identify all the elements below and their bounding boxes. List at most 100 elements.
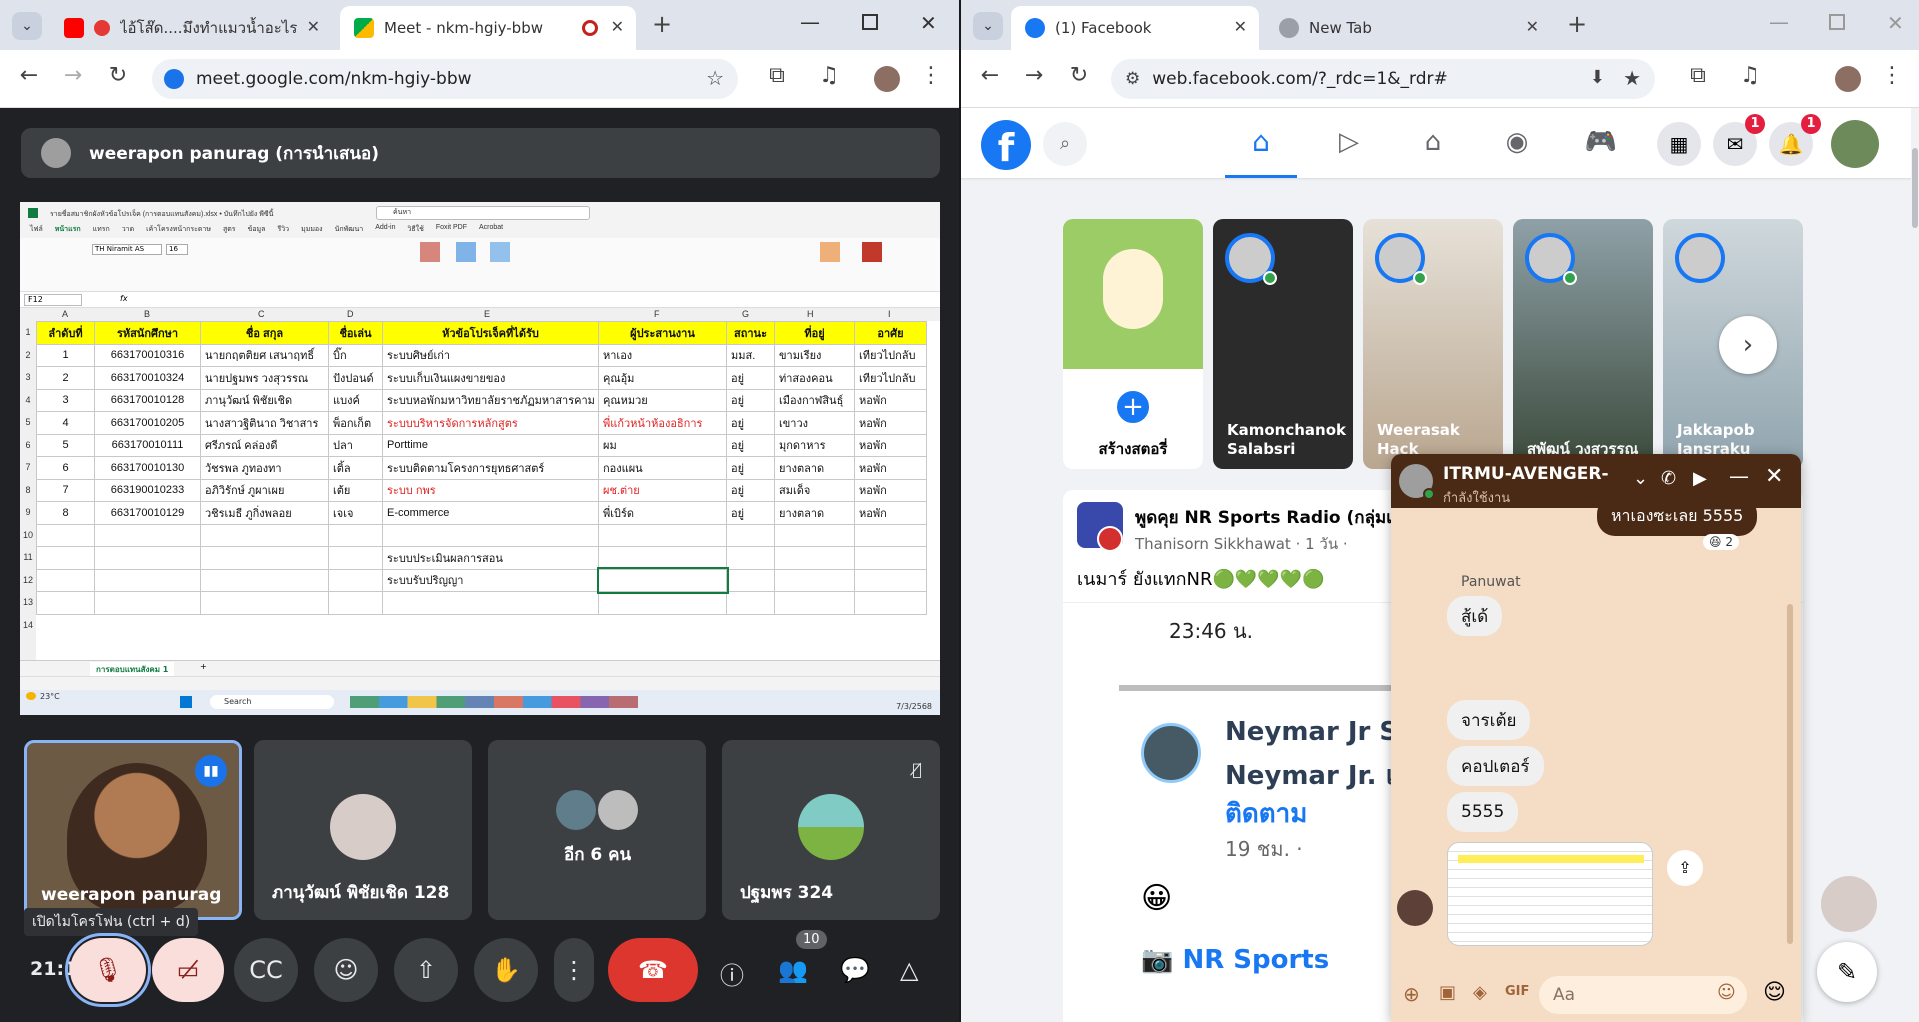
cell[interactable]: ผม xyxy=(598,433,727,457)
column-letter[interactable]: E xyxy=(484,309,490,319)
tab-search-button[interactable]: ⌄ xyxy=(973,12,1003,40)
row-number[interactable]: 1 xyxy=(20,321,36,344)
leave-call-button[interactable]: ☎ xyxy=(608,938,698,1002)
groups-icon[interactable]: ◉ xyxy=(1481,108,1553,178)
toggle-camera-button[interactable]: ▭̸ xyxy=(152,938,224,1002)
participant-tile[interactable]: ภานุวัฒน์ พิชัยเชิด 128 xyxy=(254,740,472,920)
cell[interactable]: 663170010316 xyxy=(94,343,201,367)
bookmark-star-icon[interactable]: ☆ xyxy=(706,66,724,90)
cell[interactable]: อยู่ xyxy=(726,366,775,390)
cell[interactable]: เติ้ล xyxy=(328,456,383,480)
install-app-icon[interactable]: ⬇ xyxy=(1590,67,1605,88)
cell[interactable]: ระบบประเมินผลการสอน xyxy=(382,546,599,570)
ribbon-tab[interactable]: วิธีใช้ xyxy=(407,224,423,238)
cell[interactable]: 663170010205 xyxy=(94,411,201,435)
cell[interactable]: อยู่ xyxy=(726,478,775,502)
ribbon-tab[interactable]: รีวิว xyxy=(277,224,289,238)
cell[interactable]: ยางตลาด xyxy=(774,456,855,480)
cell[interactable]: อยู่ xyxy=(726,456,775,480)
taskbar-weather[interactable]: 23°C xyxy=(40,692,60,701)
menu-icon[interactable]: ⋮ xyxy=(916,63,946,88)
reactions-button[interactable]: ☺ xyxy=(314,938,378,1002)
story-card[interactable]: Weerasak Hack xyxy=(1363,219,1503,469)
cell[interactable]: ระบบรับปริญญา xyxy=(382,568,599,592)
close-window-button[interactable]: ✕ xyxy=(920,11,937,35)
captions-button[interactable]: CC xyxy=(234,938,298,1002)
cell-styles-icon[interactable] xyxy=(490,242,510,262)
cell[interactable]: พี่แก้วหน้าห้องอธิการ xyxy=(598,411,727,435)
cell[interactable]: หอพัก xyxy=(854,433,927,457)
cell[interactable]: 2 xyxy=(36,366,95,390)
forward-icon[interactable]: → xyxy=(58,63,88,88)
close-tab-icon[interactable]: ✕ xyxy=(307,17,320,36)
font-size-box[interactable]: 16 xyxy=(166,244,188,255)
stories-next-button[interactable]: › xyxy=(1719,316,1777,374)
cell[interactable]: 3 xyxy=(36,388,95,412)
sender-avatar[interactable] xyxy=(1397,890,1433,926)
close-window-button[interactable]: ✕ xyxy=(1887,11,1904,35)
row-number[interactable]: 10 xyxy=(20,524,36,547)
cell[interactable]: ระบบหอพักมหาวิทยาลัยราชภัฏมหาสารคาม xyxy=(382,388,599,412)
cell[interactable]: วชิรเมธี ภูกิ่งพลอย xyxy=(200,501,329,525)
close-chat-icon[interactable]: ✕ xyxy=(1765,464,1783,489)
row-number[interactable]: 12 xyxy=(20,569,36,592)
add-icon[interactable]: ⊕ xyxy=(1403,982,1420,1006)
cell[interactable]: ผช.ต่าย xyxy=(598,478,727,502)
close-tab-icon[interactable]: ✕ xyxy=(1234,17,1247,36)
new-message-icon[interactable]: ✎ xyxy=(1817,942,1877,1002)
chat-image-attachment[interactable] xyxy=(1447,842,1653,946)
cell[interactable]: คุณอุ้ม xyxy=(598,366,727,390)
chat-bubble-incoming[interactable]: สู้เด้ xyxy=(1447,596,1503,636)
row-number[interactable]: 5 xyxy=(20,411,36,434)
ribbon-tab[interactable]: วาด xyxy=(122,224,134,238)
video-icon[interactable]: ▷ xyxy=(1313,108,1385,178)
ribbon-tab[interactable]: ข้อมูล xyxy=(248,224,266,238)
close-tab-icon[interactable]: ✕ xyxy=(1526,17,1539,36)
new-tab-button[interactable]: + xyxy=(1567,10,1587,38)
row-number[interactable]: 11 xyxy=(20,546,36,569)
video-call-icon[interactable]: ▶ xyxy=(1693,468,1707,489)
ribbon-tab[interactable]: ไฟล์ xyxy=(30,224,43,238)
reload-icon[interactable]: ↻ xyxy=(1064,63,1094,88)
cell[interactable]: นายกฤตติยศ เสนาฤทธิ์ xyxy=(200,343,329,367)
omnibox[interactable]: ⚙ web.facebook.com/?_rdc=1&_rdr# ⬇ ★ xyxy=(1111,59,1655,99)
column-letter[interactable]: A xyxy=(62,309,68,319)
cell[interactable]: มุกดาหาร xyxy=(774,433,855,457)
cell[interactable]: อยู่ xyxy=(726,411,775,435)
cell[interactable]: ปลา xyxy=(328,433,383,457)
tab-search-button[interactable]: ⌄ xyxy=(12,12,42,40)
ribbon-tab[interactable]: สูตร xyxy=(223,224,236,238)
chat-title[interactable]: ITRMU-AVENGER- xyxy=(1443,464,1609,484)
add-sheet-icon[interactable]: + xyxy=(200,662,207,671)
column-letter[interactable]: B xyxy=(144,309,150,319)
sticker-icon[interactable]: ◈ xyxy=(1473,982,1487,1003)
cell[interactable]: สมเด็จ xyxy=(774,478,855,502)
close-tab-icon[interactable]: ✕ xyxy=(611,17,624,36)
cell[interactable]: อยู่ xyxy=(726,433,775,457)
cell[interactable]: กองแผน xyxy=(598,456,727,480)
row-number[interactable]: 2 xyxy=(20,344,36,367)
cell[interactable]: Porttime xyxy=(382,433,599,457)
cell[interactable]: มมส. xyxy=(726,343,775,367)
cell[interactable]: E-commerce xyxy=(382,501,599,525)
cell[interactable]: หอพัก xyxy=(854,388,927,412)
excel-search[interactable]: ค้นหา xyxy=(376,206,590,220)
cell[interactable]: อภิวิรักษ์ ภูผาเผย xyxy=(200,478,329,502)
row-number[interactable]: 3 xyxy=(20,366,36,389)
cell[interactable]: ระบบศิษย์เก่า xyxy=(382,343,599,367)
post-author[interactable]: Thanisorn Sikkhawat · 1 วัน · xyxy=(1135,532,1348,556)
cell[interactable]: ระบบเก็บเงินแผงขายของ xyxy=(382,366,599,390)
reaction-badge[interactable]: 😆 2 xyxy=(1703,534,1739,550)
addins-icon[interactable] xyxy=(820,242,840,262)
cell[interactable]: นางสาวฐิตินาถ วิชาสาร xyxy=(200,411,329,435)
cell[interactable]: ท่าสองคอน xyxy=(774,366,855,390)
tab-meet[interactable]: Meet - nkm-hgiy-bbw ✕ xyxy=(340,6,636,50)
tab-youtube[interactable]: ไอ้โส๊ด....มึงทำแมวน้ำอะไร ??? | ✕ xyxy=(50,6,332,50)
people-icon[interactable]: 👥 xyxy=(778,956,808,984)
cell[interactable]: เต้ย xyxy=(328,478,383,502)
phone-icon[interactable]: ✆ xyxy=(1661,468,1676,489)
column-letter[interactable]: F xyxy=(654,309,660,319)
cell[interactable]: พ็อกเก็ต xyxy=(328,411,383,435)
maximize-button[interactable] xyxy=(862,14,878,30)
tab-new[interactable]: New Tab ✕ xyxy=(1265,6,1551,50)
